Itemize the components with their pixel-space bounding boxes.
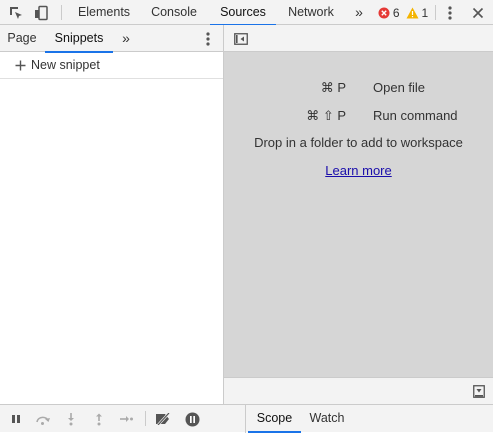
tab-scope-label: Scope: [256, 411, 293, 425]
warnings-icon: [406, 7, 418, 18]
step-into-icon[interactable]: [63, 405, 79, 433]
toolbar-divider: [435, 5, 436, 20]
open-file-label: Open file: [373, 80, 426, 95]
warning-count: 1: [421, 5, 429, 20]
navigator-panel: Page Snippets » New snippet: [0, 25, 223, 404]
inspect-element-icon[interactable]: [6, 0, 26, 25]
drop-folder-hint: Drop in a folder to add to workspace: [254, 135, 463, 150]
more-tabs-button[interactable]: »: [350, 0, 368, 25]
plus-icon: [15, 60, 26, 70]
debugger-divider: [245, 405, 246, 433]
pause-on-exceptions-icon[interactable]: [182, 405, 202, 433]
tab-watch[interactable]: Watch: [303, 405, 351, 433]
debugger-toolbar: Scope Watch: [0, 404, 493, 433]
open-file-shortcut: ⌘ P: [320, 80, 346, 95]
editor-status-bar: [224, 377, 493, 404]
close-icon[interactable]: [469, 0, 487, 25]
deactivate-breakpoints-icon[interactable]: [153, 405, 173, 433]
errors-icon: [378, 7, 390, 18]
device-toolbar-icon[interactable]: [31, 0, 51, 25]
new-snippet-button[interactable]: New snippet: [0, 52, 223, 79]
kebab-menu-icon[interactable]: [442, 0, 458, 25]
more-navigator-tabs-button[interactable]: »: [117, 25, 135, 52]
main-toolbar: Elements Console Sources Network » 6 1: [0, 0, 493, 26]
error-count: 6: [392, 5, 400, 20]
step-over-icon[interactable]: [33, 405, 53, 433]
run-command-label: Run command: [373, 108, 458, 123]
new-snippet-label: New snippet: [31, 58, 100, 72]
learn-more-link[interactable]: Learn more: [224, 163, 493, 178]
toolbar-divider: [61, 5, 62, 20]
navigator-tabs: Page Snippets »: [0, 25, 223, 53]
tab-snippets-label: Snippets: [54, 31, 104, 45]
editor-placeholder: ⌘ P Open file ⌘ ⇧ P Run command Drop in …: [224, 25, 493, 404]
tab-console[interactable]: Console: [143, 0, 205, 25]
tab-sources[interactable]: Sources: [210, 0, 276, 26]
tab-elements[interactable]: Elements: [70, 0, 138, 25]
step-out-icon[interactable]: [91, 405, 107, 433]
navigator-menu-icon[interactable]: [200, 25, 216, 52]
tab-page[interactable]: Page: [2, 25, 42, 52]
tab-network[interactable]: Network: [281, 0, 341, 25]
tab-scope[interactable]: Scope: [248, 405, 301, 433]
editor-toolbar: [224, 25, 493, 52]
toggle-debugger-icon[interactable]: [471, 378, 487, 405]
pause-icon[interactable]: [8, 405, 24, 433]
tab-snippets[interactable]: Snippets: [45, 25, 113, 53]
debugger-divider: [145, 411, 146, 426]
toggle-navigator-icon[interactable]: [232, 25, 250, 52]
issues-counter[interactable]: 6 1: [377, 0, 429, 25]
step-icon[interactable]: [117, 405, 135, 433]
run-command-shortcut: ⌘ ⇧ P: [306, 108, 346, 123]
tab-sources-label: Sources: [220, 5, 266, 19]
